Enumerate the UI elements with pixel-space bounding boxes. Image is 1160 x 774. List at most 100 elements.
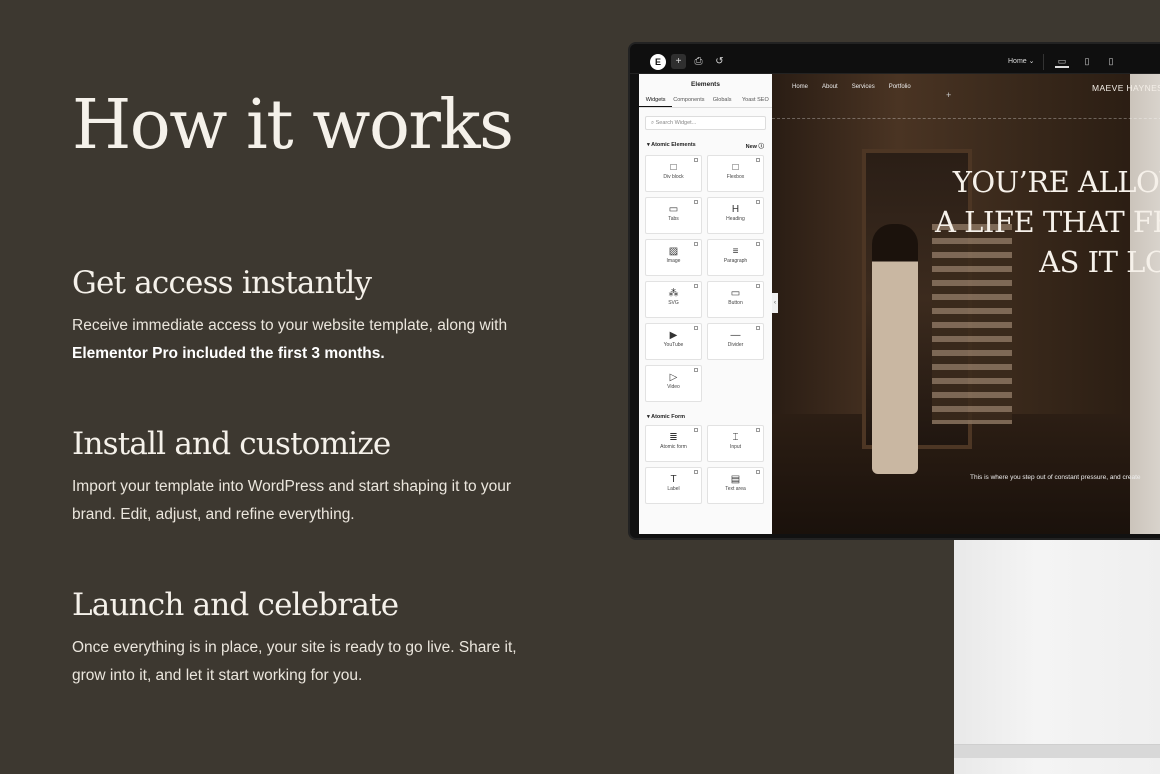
- widget-flexbox[interactable]: □ Flexbox: [707, 155, 764, 192]
- widget-icon: ⌶: [732, 432, 739, 443]
- widget-label: Input: [729, 444, 742, 450]
- widget-image[interactable]: ▨ Image: [645, 239, 702, 276]
- drag-handle-icon: [694, 242, 698, 246]
- page-settings-icon[interactable]: ⎙: [691, 54, 706, 69]
- tab-widgets[interactable]: Widgets: [639, 94, 673, 107]
- drag-handle-icon: [756, 284, 760, 288]
- desktop-view-icon[interactable]: ▭: [1055, 54, 1069, 68]
- widget-label: Atomic form: [660, 444, 687, 450]
- drag-handle-icon: [756, 158, 760, 162]
- drag-handle-icon: [694, 200, 698, 204]
- panel-tabs: Widgets Components Globals Yoast SEO: [639, 94, 772, 108]
- add-section-icon[interactable]: +: [946, 90, 951, 100]
- drag-handle-icon: [694, 470, 698, 474]
- widget-label: Paragraph: [723, 258, 748, 264]
- drag-handle-icon: [694, 368, 698, 372]
- widget-label: Image: [666, 258, 681, 264]
- drag-handle-icon: [694, 284, 698, 288]
- widget-icon: H: [731, 204, 740, 215]
- page-select[interactable]: Home ⌄: [1000, 54, 1044, 70]
- drag-handle-icon: [694, 428, 698, 432]
- widget-icon: ▭: [668, 204, 679, 215]
- elements-panel: Elements Widgets Components Globals Yoas…: [639, 74, 772, 534]
- tab-globals[interactable]: Globals: [706, 94, 739, 107]
- collapse-panel-icon[interactable]: ‹: [772, 293, 778, 313]
- site-preview-canvas[interactable]: Home About Services Portfolio + MAEVE HA…: [772, 74, 1160, 534]
- editor-topbar: E + ⎙ ↺ Home ⌄ ▭ ▯ ▯: [630, 44, 1160, 74]
- history-icon[interactable]: ↺: [712, 54, 727, 69]
- widget-label: Video: [667, 384, 680, 390]
- widget-divider[interactable]: — Divider: [707, 323, 764, 360]
- section-atomic-elements[interactable]: ▾ Atomic Elements New ⓘ: [647, 142, 764, 150]
- step-text-regular: Receive immediate access to your website…: [72, 317, 508, 335]
- hero-heading: YOU’RE ALLOWED A LIFE THAT FEELS AS IT L…: [912, 162, 1160, 282]
- widget-svg[interactable]: ⁂ SVG: [645, 281, 702, 318]
- new-label: New: [745, 144, 757, 150]
- elementor-logo-icon[interactable]: E: [650, 54, 666, 70]
- drag-handle-icon: [756, 470, 760, 474]
- site-nav-home[interactable]: Home: [792, 84, 808, 90]
- widget-icon: ▭: [730, 288, 741, 299]
- monitor-screen: E + ⎙ ↺ Home ⌄ ▭ ▯ ▯ Elements Widgets Co…: [628, 42, 1160, 540]
- widget-icon: —: [730, 330, 741, 341]
- widget-search-input[interactable]: ⌕ Search Widget...: [645, 116, 766, 130]
- tablet-view-icon[interactable]: ▯: [1080, 54, 1094, 68]
- section-label: ▾ Atomic Form: [647, 414, 686, 420]
- step-text-bold: Elementor Pro included the first 3 month…: [72, 345, 385, 363]
- widget-input[interactable]: ⌶ Input: [707, 425, 764, 462]
- widget-video[interactable]: ▷ Video: [645, 365, 702, 402]
- step-text: Once everything is in place, your site i…: [72, 639, 517, 685]
- site-nav-services[interactable]: Services: [852, 84, 875, 90]
- section-guide-line: [772, 118, 1160, 119]
- step-access: Get access instantly Receive immediate a…: [72, 266, 542, 368]
- widget-label: Text area: [725, 486, 746, 492]
- drag-handle-icon: [756, 242, 760, 246]
- widget-icon: ▤: [730, 474, 741, 485]
- widget-label: Label: [667, 486, 680, 492]
- site-nav-portfolio[interactable]: Portfolio: [889, 84, 911, 90]
- widget-icon: □: [732, 162, 739, 173]
- site-brand[interactable]: MAEVE HAYNES: [1092, 83, 1160, 93]
- widget-label: Button: [728, 300, 743, 306]
- drag-handle-icon: [756, 326, 760, 330]
- monitor-stand: [954, 538, 1160, 774]
- section-atomic-form[interactable]: ▾ Atomic Form: [647, 414, 764, 420]
- site-nav: Home About Services Portfolio: [792, 84, 911, 90]
- widget-icon: □: [670, 162, 677, 173]
- widget-heading[interactable]: H Heading: [707, 197, 764, 234]
- site-nav-about[interactable]: About: [822, 84, 838, 90]
- page-title: How it works: [72, 86, 514, 165]
- widget-div-block[interactable]: □ Div block: [645, 155, 702, 192]
- widget-icon: ▷: [669, 372, 678, 383]
- hero-line: YOU’RE ALLOWED: [952, 165, 1160, 199]
- widget-atomic-form[interactable]: ≣ Atomic form: [645, 425, 702, 462]
- step-heading: Get access instantly: [72, 265, 372, 301]
- widget-label[interactable]: T Label: [645, 467, 702, 504]
- add-element-button[interactable]: +: [671, 54, 686, 69]
- step-heading: Launch and celebrate: [72, 587, 399, 623]
- drag-handle-icon: [756, 200, 760, 204]
- widget-label: Flexbox: [726, 174, 745, 180]
- mobile-view-icon[interactable]: ▯: [1104, 54, 1118, 68]
- tab-components[interactable]: Components: [672, 94, 705, 107]
- step-heading: Install and customize: [72, 426, 391, 462]
- tab-yoast-seo[interactable]: Yoast SEO: [739, 94, 772, 107]
- page-select-value: Home: [1008, 58, 1027, 65]
- search-icon: ⌕: [651, 120, 655, 126]
- widget-youtube[interactable]: ▶ YouTube: [645, 323, 702, 360]
- monitor-stand-base: [954, 744, 1160, 758]
- widget-icon: ▨: [668, 246, 679, 257]
- widget-tabs[interactable]: ▭ Tabs: [645, 197, 702, 234]
- widget-button[interactable]: ▭ Button: [707, 281, 764, 318]
- drag-handle-icon: [694, 326, 698, 330]
- widget-label: Div block: [663, 174, 684, 180]
- widget-text-area[interactable]: ▤ Text area: [707, 467, 764, 504]
- hero-subtext: This is where you step out of constant p…: [970, 474, 1141, 481]
- widget-label: Tabs: [668, 216, 679, 222]
- widget-icon: ≣: [669, 432, 678, 443]
- section-title: Atomic Form: [651, 414, 686, 420]
- widget-paragraph[interactable]: ≡ Paragraph: [707, 239, 764, 276]
- hero-line: AS IT LOOKS: [1039, 245, 1160, 279]
- panel-title: Elements: [691, 81, 720, 88]
- widget-label: Heading: [726, 216, 745, 222]
